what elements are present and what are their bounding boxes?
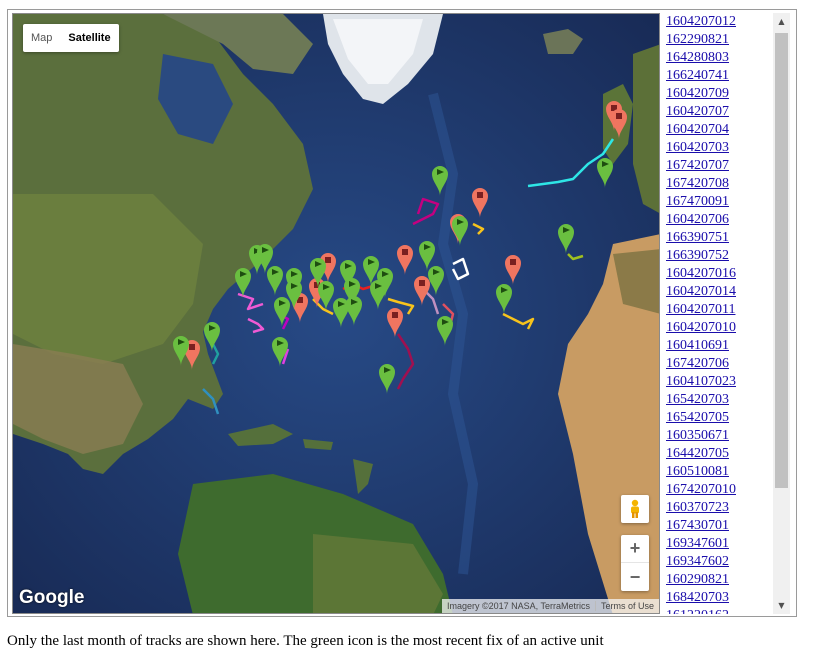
- unit-link[interactable]: 160420706: [666, 211, 774, 229]
- unit-link[interactable]: 161220162: [666, 607, 774, 614]
- terms-of-use-link[interactable]: Terms of Use: [594, 601, 659, 611]
- unit-link[interactable]: 1604207011: [666, 301, 774, 319]
- zoom-control: + −: [621, 535, 649, 591]
- unit-list-pane: 1604207012 162290821 164280803 166240741 160…: [664, 13, 792, 614]
- pegman-icon: [631, 499, 639, 518]
- map-caption: Only the last month of tracks are shown …: [7, 633, 604, 649]
- map-type-control: Map Satellite: [23, 24, 119, 52]
- unit-link[interactable]: 166390751: [666, 229, 774, 247]
- unit-link[interactable]: 1604207010: [666, 319, 774, 337]
- street-view-button[interactable]: [621, 495, 649, 523]
- satellite-imagery: [13, 14, 659, 613]
- unit-link[interactable]: 166390752: [666, 247, 774, 265]
- unit-link-list: 1604207012 162290821 164280803 166240741 160…: [666, 13, 774, 614]
- unit-link[interactable]: 164280803: [666, 49, 774, 67]
- unit-link[interactable]: 160370723: [666, 499, 774, 517]
- unit-link[interactable]: 167420706: [666, 355, 774, 373]
- scroll-up-arrow-icon[interactable]: ▲: [773, 13, 790, 30]
- unit-link[interactable]: 1674207010: [666, 481, 774, 499]
- unit-link[interactable]: 160420703: [666, 139, 774, 157]
- unit-link[interactable]: 169347602: [666, 553, 774, 571]
- satellite-map[interactable]: Map Satellite Google + − Imagery ©2017 N…: [12, 13, 660, 614]
- unit-link[interactable]: 1604207012: [666, 13, 774, 31]
- zoom-out-button[interactable]: −: [621, 563, 649, 591]
- unit-link[interactable]: 160420707: [666, 103, 774, 121]
- unit-link[interactable]: 166240741: [666, 67, 774, 85]
- unit-link[interactable]: 165420703: [666, 391, 774, 409]
- unit-link[interactable]: 164420705: [666, 445, 774, 463]
- unit-link[interactable]: 169347601: [666, 535, 774, 553]
- unit-link[interactable]: 167470091: [666, 193, 774, 211]
- unit-link[interactable]: 1604207016: [666, 265, 774, 283]
- map-type-satellite-button[interactable]: Satellite: [60, 24, 118, 52]
- zoom-in-button[interactable]: +: [621, 535, 649, 563]
- unit-link[interactable]: 167420707: [666, 157, 774, 175]
- scrollbar-thumb[interactable]: [775, 33, 788, 488]
- map-attribution: Imagery ©2017 NASA, TerraMetrics Terms o…: [441, 599, 659, 613]
- unit-link[interactable]: 1604107023: [666, 373, 774, 391]
- unit-link[interactable]: 168420703: [666, 589, 774, 607]
- unit-link[interactable]: 162290821: [666, 31, 774, 49]
- scroll-down-arrow-icon[interactable]: ▼: [773, 597, 790, 614]
- unit-link[interactable]: 160290821: [666, 571, 774, 589]
- unit-link[interactable]: 167430701: [666, 517, 774, 535]
- unit-link[interactable]: 167420708: [666, 175, 774, 193]
- unit-link[interactable]: 165420705: [666, 409, 774, 427]
- unit-link[interactable]: 160510081: [666, 463, 774, 481]
- unit-link[interactable]: 160410691: [666, 337, 774, 355]
- unit-link[interactable]: 160420704: [666, 121, 774, 139]
- unit-link[interactable]: 1604207014: [666, 283, 774, 301]
- unit-link[interactable]: 160420709: [666, 85, 774, 103]
- map-type-map-button[interactable]: Map: [23, 24, 60, 52]
- unit-link[interactable]: 160350671: [666, 427, 774, 445]
- imagery-credit: Imagery ©2017 NASA, TerraMetrics: [446, 601, 590, 611]
- google-logo: Google: [19, 587, 85, 608]
- unit-list-scrollbar[interactable]: ▲ ▼: [773, 13, 790, 614]
